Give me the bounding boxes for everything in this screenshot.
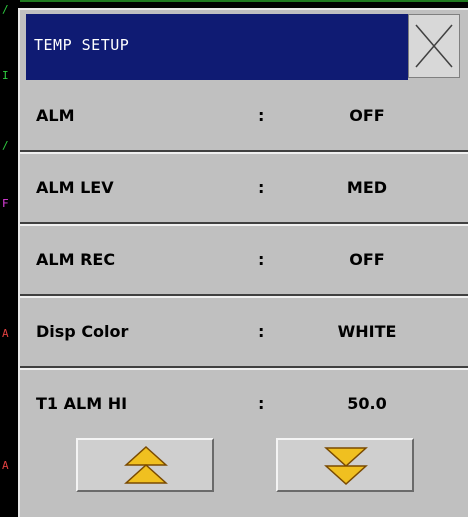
page-down-button[interactable] bbox=[276, 438, 414, 492]
setting-value[interactable]: OFF bbox=[312, 250, 422, 269]
page-up-button[interactable] bbox=[76, 438, 214, 492]
close-x-icon bbox=[415, 24, 453, 68]
background-mark: F bbox=[2, 197, 9, 210]
setting-label: Disp Color bbox=[36, 322, 129, 341]
setting-label: ALM LEV bbox=[36, 178, 114, 197]
setting-value[interactable]: MED bbox=[312, 178, 422, 197]
setting-value[interactable]: OFF bbox=[312, 106, 422, 125]
setting-label: ALM bbox=[36, 106, 75, 125]
background-trace-line bbox=[20, 0, 468, 2]
background-mark: / bbox=[2, 139, 9, 152]
close-button[interactable] bbox=[408, 14, 460, 78]
setting-colon: : bbox=[258, 250, 265, 269]
setting-row-t1-alm-hi[interactable]: T1 ALM HI : 50.0 bbox=[20, 368, 468, 440]
setting-value[interactable]: WHITE bbox=[312, 322, 422, 341]
setting-row-disp-color[interactable]: Disp Color : WHITE bbox=[20, 296, 468, 370]
setting-colon: : bbox=[258, 322, 265, 341]
setting-colon: : bbox=[258, 394, 265, 413]
setting-row-alm[interactable]: ALM : OFF bbox=[20, 80, 468, 154]
setting-row-alm-rec[interactable]: ALM REC : OFF bbox=[20, 224, 468, 298]
background-mark: A bbox=[2, 327, 9, 340]
double-chevron-down-icon bbox=[324, 447, 368, 486]
setting-colon: : bbox=[258, 106, 265, 125]
double-chevron-up-icon bbox=[124, 445, 168, 484]
title-bar: TEMP SETUP bbox=[26, 14, 462, 80]
temp-setup-dialog: TEMP SETUP ALM : OFF ALM LEV : MED ALM R… bbox=[18, 8, 468, 517]
dialog-title: TEMP SETUP bbox=[34, 36, 130, 54]
background-mark: I bbox=[2, 69, 9, 82]
setting-value[interactable]: 50.0 bbox=[312, 394, 422, 413]
setting-label: ALM REC bbox=[36, 250, 116, 269]
title-area: TEMP SETUP bbox=[26, 14, 408, 80]
setting-label: T1 ALM HI bbox=[36, 394, 128, 413]
background-mark: A bbox=[2, 459, 9, 472]
setting-row-alm-lev[interactable]: ALM LEV : MED bbox=[20, 152, 468, 226]
setting-colon: : bbox=[258, 178, 265, 197]
background-mark: / bbox=[2, 3, 9, 16]
